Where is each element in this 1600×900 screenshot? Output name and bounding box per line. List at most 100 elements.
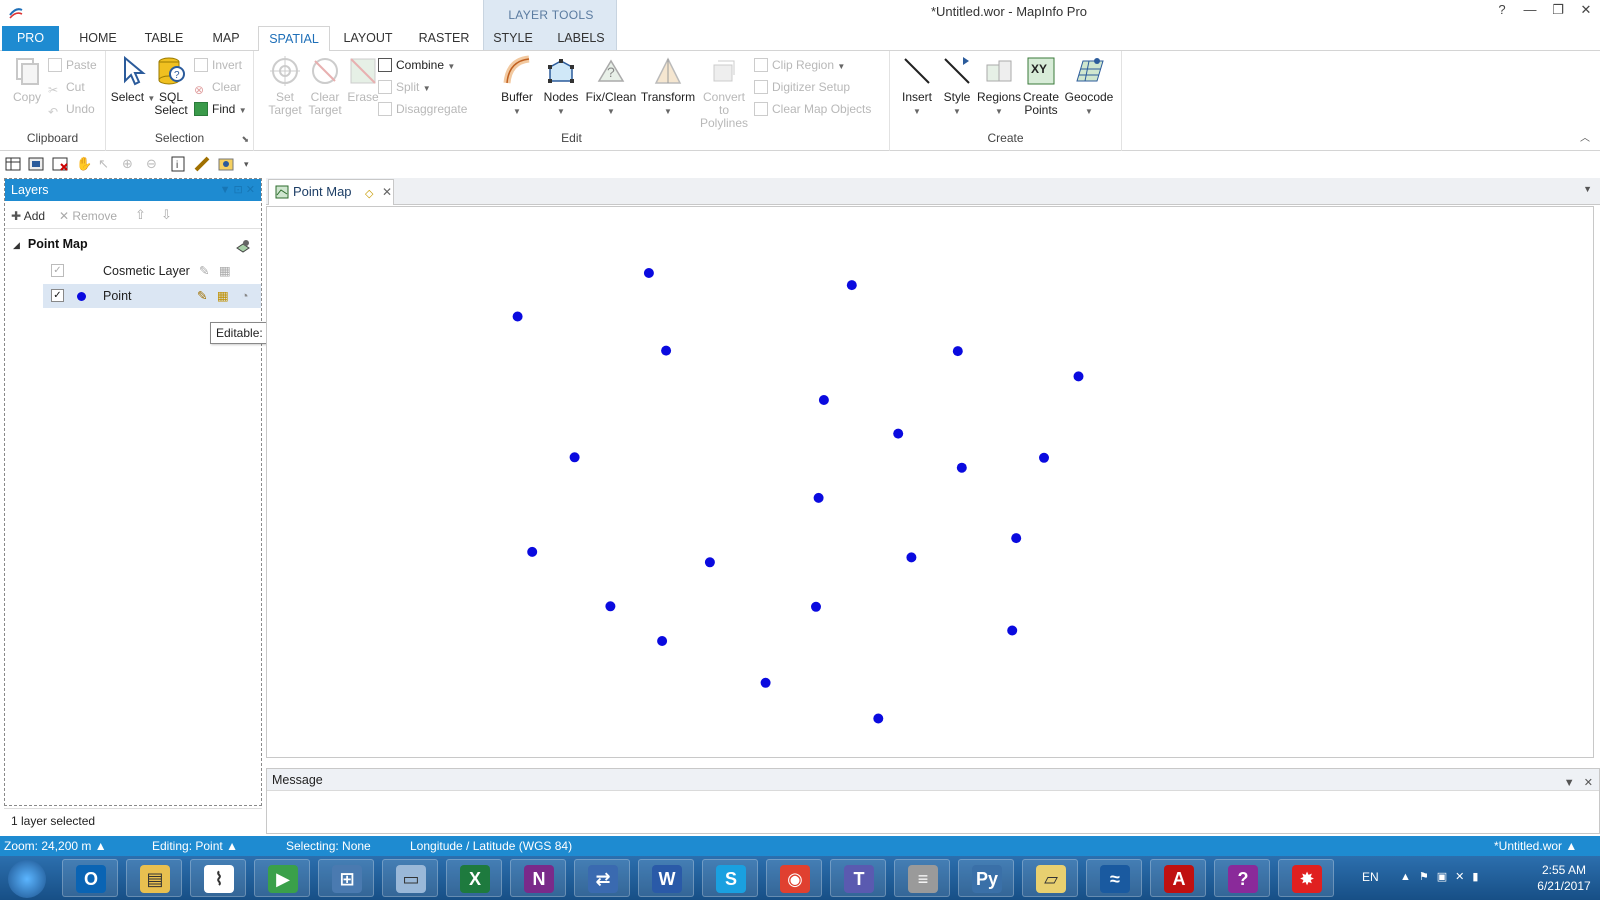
tab-layout[interactable]: LAYOUT [334, 26, 402, 51]
tray-icons[interactable]: ▲⚑▣✕▮ [1400, 870, 1486, 883]
regions-button[interactable]: Regions ▼ [976, 55, 1022, 118]
minimize-button[interactable]: — [1516, 0, 1544, 22]
tab-map[interactable]: MAP [198, 26, 254, 51]
invert-button[interactable]: Invert [194, 55, 242, 75]
close-button[interactable]: ✕ [1572, 0, 1600, 22]
map-point[interactable] [893, 428, 904, 439]
taskbar-button[interactable]: S [702, 859, 758, 897]
map-point[interactable] [1073, 371, 1084, 382]
selection-dialog-launcher-icon[interactable]: ⬊ [241, 134, 249, 145]
projection-status[interactable]: Longitude / Latitude (WGS 84) [410, 836, 572, 856]
taskbar-button[interactable]: ▱ [1022, 859, 1078, 897]
point-selectable-icon[interactable]: ▦ [217, 284, 229, 308]
pointer-icon[interactable]: ↖ [98, 156, 114, 172]
ruler-icon[interactable] [194, 156, 210, 172]
taskbar-button[interactable]: N [510, 859, 566, 897]
clip-region-button[interactable]: Clip Region ▼ [754, 55, 845, 75]
map-point[interactable] [952, 346, 963, 357]
open-table-icon[interactable] [28, 156, 44, 172]
tab-pro[interactable]: PRO [2, 26, 59, 51]
clock[interactable]: 2:55 AM 6/21/2017 [1524, 862, 1600, 894]
map-point[interactable] [527, 546, 538, 557]
taskbar-button[interactable]: ≈ [1086, 859, 1142, 897]
map-point[interactable] [1007, 625, 1018, 636]
tab-labels[interactable]: LABELS [550, 26, 612, 51]
start-button-icon[interactable] [8, 860, 46, 898]
taskbar-button[interactable]: W [638, 859, 694, 897]
geocode-button[interactable]: Geocode ▼ [1062, 55, 1116, 118]
map-point[interactable] [661, 345, 672, 356]
clear-map-objects-button[interactable]: Clear Map Objects [754, 99, 871, 119]
cosmetic-layer-checkbox[interactable]: ✓ [51, 264, 64, 277]
taskbar-button[interactable]: X [446, 859, 502, 897]
tab-home[interactable]: HOME [66, 26, 130, 51]
combine-button[interactable]: Combine ▼ [378, 55, 455, 75]
pan-icon[interactable]: ✋ [76, 156, 92, 172]
map-point[interactable] [813, 492, 824, 503]
disaggregate-button[interactable]: Disaggregate [378, 99, 467, 119]
layer-row-point[interactable]: ✓ Point ✎ ▦ ◔ [43, 284, 261, 308]
customize-toolbar-icon[interactable]: ▾ [244, 159, 260, 175]
undo-button[interactable]: ↶ Undo [48, 99, 95, 119]
remove-layer-button[interactable]: ✕ Remove [59, 209, 117, 223]
buffer-button[interactable]: Buffer ▼ [494, 55, 540, 118]
map-point[interactable] [956, 462, 967, 473]
layers-panel-controls-icon[interactable]: ▼ ⊡ ✕ [220, 179, 255, 201]
map-canvas[interactable] [266, 206, 1594, 758]
taskbar-button[interactable]: ⇄ [574, 859, 630, 897]
digitizer-setup-button[interactable]: Digitizer Setup [754, 77, 850, 97]
tab-point-map[interactable]: Point Map ◇ ✕ [268, 179, 394, 205]
clear-button[interactable]: ⊗ Clear [194, 77, 241, 97]
create-points-button[interactable]: XY Create Points [1018, 55, 1064, 117]
point-layer-checkbox[interactable]: ✓ [51, 289, 64, 302]
tab-raster[interactable]: RASTER [410, 26, 478, 51]
tab-style[interactable]: STYLE [487, 26, 539, 51]
editing-status[interactable]: Editing: Point ▲ [152, 836, 238, 856]
map-point[interactable] [704, 557, 715, 568]
taskbar-button[interactable]: Py [958, 859, 1014, 897]
layer-row-cosmetic[interactable]: ✓ Cosmetic Layer ✎ ▦ [43, 259, 261, 283]
find-button[interactable]: Find ▼ [194, 99, 247, 119]
map-point[interactable] [605, 601, 616, 612]
move-up-icon[interactable]: ⇧ [135, 207, 146, 223]
taskbar-button[interactable]: A [1150, 859, 1206, 897]
workspace-status[interactable]: *Untitled.wor ▲ [1494, 836, 1577, 856]
taskbar-button[interactable]: ▤ [126, 859, 182, 897]
transform-button[interactable]: Transform ▼ [638, 55, 698, 118]
taskbar-button[interactable]: ? [1214, 859, 1270, 897]
document-list-dropdown-icon[interactable]: ▼ [1583, 184, 1592, 194]
map-tree-root[interactable]: ◢ Point Map [13, 237, 88, 251]
map-point[interactable] [760, 677, 771, 688]
restore-button[interactable]: ❐ [1544, 0, 1572, 22]
sql-select-button[interactable]: ? SQL Select [148, 55, 194, 117]
taskbar-button[interactable]: ✸ [1278, 859, 1334, 897]
map-point[interactable] [569, 452, 580, 463]
layer-control-icon[interactable] [218, 156, 234, 172]
convert-to-polylines-button[interactable]: Convert to Polylines [698, 55, 750, 130]
map-points-layer[interactable] [267, 207, 1593, 757]
map-point[interactable] [906, 552, 917, 563]
map-point[interactable] [846, 280, 857, 291]
taskbar-button[interactable]: O [62, 859, 118, 897]
browser-table-icon[interactable] [5, 156, 21, 172]
close-table-icon[interactable] [52, 156, 68, 172]
tab-table[interactable]: TABLE [134, 26, 194, 51]
collapse-ribbon-icon[interactable]: ︿ [1580, 129, 1590, 144]
map-options-icon[interactable] [235, 238, 251, 254]
cut-button[interactable]: ✂ Cut [48, 77, 85, 97]
nodes-button[interactable]: Nodes ▼ [538, 55, 584, 118]
move-down-icon[interactable]: ⇩ [161, 207, 172, 223]
taskbar-button[interactable]: T [830, 859, 886, 897]
tab-spatial[interactable]: SPATIAL [258, 26, 330, 52]
point-edit-pencil-icon[interactable]: ✎ [197, 284, 207, 308]
zoom-status[interactable]: Zoom: 24,200 m ▲ [4, 836, 107, 856]
taskbar-button[interactable]: ≡ [894, 859, 950, 897]
map-point[interactable] [1039, 452, 1049, 463]
map-point[interactable] [657, 636, 668, 646]
copy-button[interactable]: Copy [4, 55, 50, 104]
split-button[interactable]: Split ▼ [378, 77, 431, 97]
add-layer-button[interactable]: ✚ Add [11, 209, 45, 223]
map-point[interactable] [811, 601, 821, 612]
map-point[interactable] [873, 713, 884, 724]
zoom-out-icon[interactable]: ⊖ [146, 156, 162, 172]
